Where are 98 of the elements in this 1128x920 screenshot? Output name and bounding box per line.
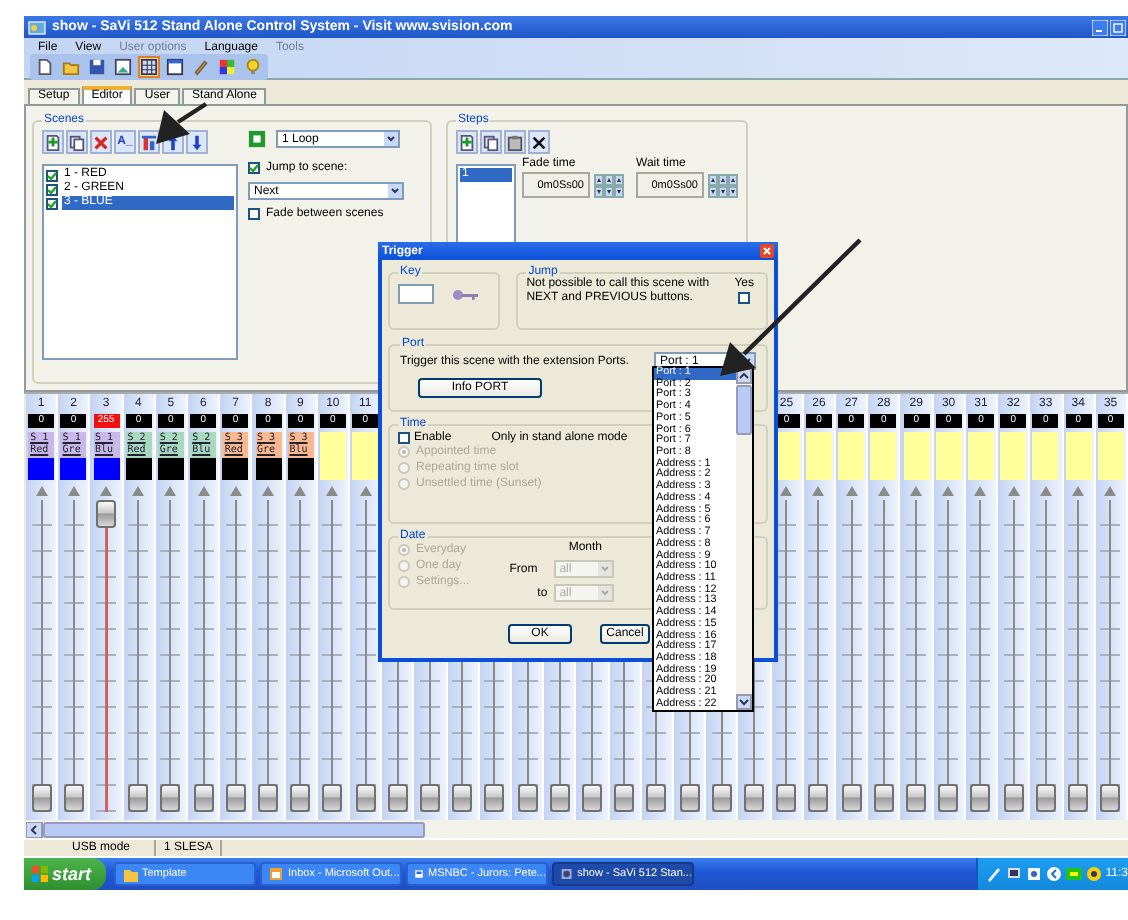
fader[interactable] [128, 500, 149, 812]
app-icon [560, 866, 574, 882]
checkbox[interactable] [248, 162, 260, 174]
fader[interactable] [970, 500, 991, 812]
tool-button[interactable] [138, 130, 160, 154]
tool-button[interactable] [456, 130, 478, 154]
delete-icon [92, 133, 110, 151]
tool-button[interactable] [42, 130, 64, 154]
tool-button[interactable] [504, 130, 526, 154]
palette-icon[interactable] [216, 56, 238, 78]
checkbox[interactable] [248, 208, 260, 220]
checkbox[interactable] [46, 169, 58, 181]
fader[interactable] [225, 500, 246, 812]
key-icon [452, 287, 480, 301]
cap-icon [262, 486, 275, 496]
tool-button[interactable] [480, 130, 502, 154]
fader[interactable] [160, 500, 181, 812]
fader[interactable] [1100, 500, 1121, 812]
window-icon [414, 866, 424, 882]
spin-buttons[interactable] [708, 173, 738, 197]
tool-button[interactable] [528, 130, 550, 154]
annotation-arrow [720, 238, 862, 376]
cap-icon [294, 486, 307, 496]
caret-icon [597, 586, 612, 600]
key-field[interactable] [398, 284, 434, 304]
caret-icon [388, 184, 402, 198]
caret-icon [384, 132, 398, 146]
cap-icon [67, 486, 80, 496]
fader[interactable] [63, 500, 84, 812]
annotation-arrow [156, 102, 208, 144]
cap-icon [326, 486, 339, 496]
flag-icon [32, 866, 48, 882]
checkbox[interactable] [738, 292, 751, 304]
copy-icon [482, 133, 500, 151]
copy-icon [68, 133, 86, 151]
fader[interactable] [193, 500, 214, 812]
fader[interactable] [355, 500, 376, 812]
minimize-button[interactable] [1092, 19, 1108, 35]
cap-icon [780, 486, 793, 496]
cap-icon [197, 486, 210, 496]
add-page-icon [44, 133, 62, 151]
grid-icon[interactable] [138, 56, 160, 78]
cap-icon [1104, 486, 1117, 496]
cap-icon [1072, 486, 1085, 496]
cap-icon [1039, 486, 1052, 496]
cap-icon [910, 486, 923, 496]
vertical-scrollbar[interactable] [736, 368, 752, 710]
clipboard-icon [506, 133, 524, 151]
close-button[interactable] [760, 244, 774, 258]
cap-icon [132, 486, 145, 496]
play-icon[interactable] [248, 130, 266, 148]
horizontal-scrollbar[interactable] [26, 821, 426, 837]
cap-icon [1007, 486, 1020, 496]
fader[interactable] [290, 500, 311, 812]
mail-icon [268, 866, 284, 882]
monitor-icon[interactable] [1005, 866, 1022, 882]
fader[interactable] [1068, 500, 1089, 812]
chevron-icon[interactable] [1045, 866, 1062, 882]
fader[interactable] [258, 500, 279, 812]
cap-icon [35, 486, 48, 496]
fader[interactable] [841, 500, 862, 812]
cap-icon [942, 486, 955, 496]
restore-button[interactable] [1110, 19, 1126, 35]
cap-icon [812, 486, 825, 496]
checkbox[interactable] [46, 183, 58, 195]
fader[interactable] [1035, 500, 1056, 812]
fader[interactable] [906, 500, 927, 812]
fader[interactable] [938, 500, 959, 812]
window-icon[interactable] [164, 56, 186, 78]
checkbox[interactable] [398, 432, 410, 444]
cap-icon [229, 486, 242, 496]
caret-icon [597, 562, 612, 576]
app-icon [28, 19, 46, 35]
badge-icon[interactable] [1085, 866, 1102, 882]
fader[interactable] [776, 500, 797, 812]
fader[interactable] [31, 500, 52, 812]
cap-icon [100, 486, 112, 496]
cap-icon [164, 486, 177, 496]
bars-icon [140, 133, 158, 151]
spin-buttons[interactable] [594, 173, 624, 197]
fader[interactable] [1003, 500, 1024, 812]
cross-icon [530, 133, 548, 151]
down-arrow-icon [188, 133, 206, 151]
cap-icon [359, 486, 372, 496]
cap-icon [974, 486, 987, 496]
help-icon[interactable] [1025, 866, 1042, 882]
folder-icon [122, 866, 138, 882]
fader[interactable] [322, 500, 343, 812]
fader[interactable] [873, 500, 894, 812]
picture-icon[interactable] [112, 56, 134, 78]
add-page-icon [458, 133, 476, 151]
fader[interactable] [808, 500, 829, 812]
cap-icon [877, 486, 890, 496]
tool-button[interactable] [66, 130, 88, 154]
fader[interactable] [96, 500, 116, 812]
checkbox[interactable] [46, 197, 58, 209]
tool-button[interactable] [186, 130, 208, 154]
cap-icon [845, 486, 858, 496]
